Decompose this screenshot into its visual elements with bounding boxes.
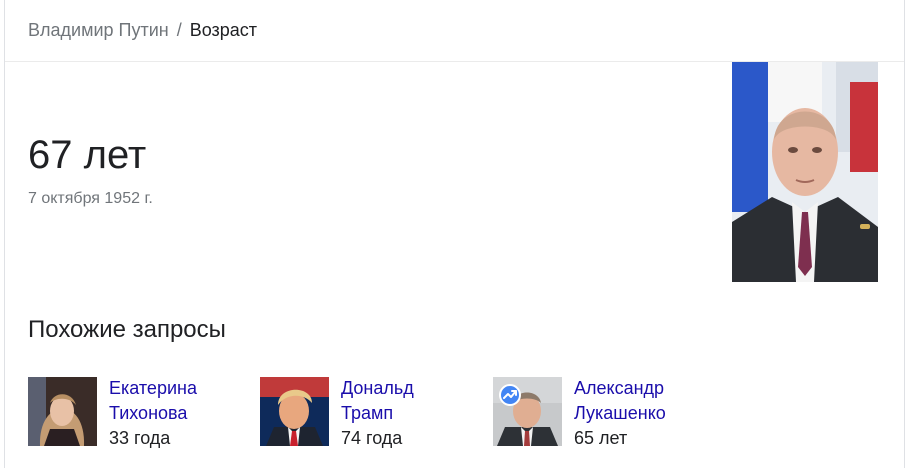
age-answer: 67 лет bbox=[28, 133, 147, 177]
related-item-name-line1[interactable]: Александр bbox=[574, 376, 666, 401]
related-searches-title: Похожие запросы bbox=[28, 316, 226, 343]
birth-date: 7 октября 1952 г. bbox=[28, 190, 153, 207]
portrait-illustration bbox=[732, 62, 878, 282]
related-item-name-line2[interactable]: Тихонова bbox=[109, 401, 197, 426]
breadcrumb-entity-link[interactable]: Владимир Путин bbox=[28, 20, 169, 41]
breadcrumb: Владимир Путин / Возраст bbox=[5, 0, 904, 62]
related-item-tikhonova[interactable]: Екатерина Тихонова 33 года bbox=[28, 376, 197, 448]
related-item-name-line1[interactable]: Екатерина bbox=[109, 376, 197, 401]
breadcrumb-separator: / bbox=[176, 20, 182, 40]
related-item-thumbnail bbox=[28, 377, 97, 446]
related-item-trump[interactable]: Дональд Трамп 74 года bbox=[260, 376, 414, 448]
related-item-lukashenko[interactable]: Александр Лукашенко 65 лет bbox=[493, 376, 666, 448]
related-item-age: 33 года bbox=[109, 428, 171, 448]
related-item-name-line2[interactable]: Трамп bbox=[341, 401, 414, 426]
related-item-name-line2[interactable]: Лукашенко bbox=[574, 401, 666, 426]
breadcrumb-attribute: Возраст bbox=[189, 20, 258, 40]
related-item-thumbnail bbox=[260, 377, 329, 446]
knowledge-panel-card: Владимир Путин / Возраст 67 лет 7 октябр… bbox=[4, 0, 905, 468]
trending-up-icon bbox=[499, 384, 521, 406]
person-photo bbox=[28, 377, 97, 446]
related-item-name-line1[interactable]: Дональд bbox=[341, 376, 414, 401]
portrait-image[interactable] bbox=[732, 62, 878, 282]
related-item-thumbnail bbox=[493, 377, 562, 446]
person-photo bbox=[260, 377, 329, 446]
related-item-age: 74 года bbox=[341, 428, 403, 448]
related-item-age: 65 лет bbox=[574, 428, 628, 448]
